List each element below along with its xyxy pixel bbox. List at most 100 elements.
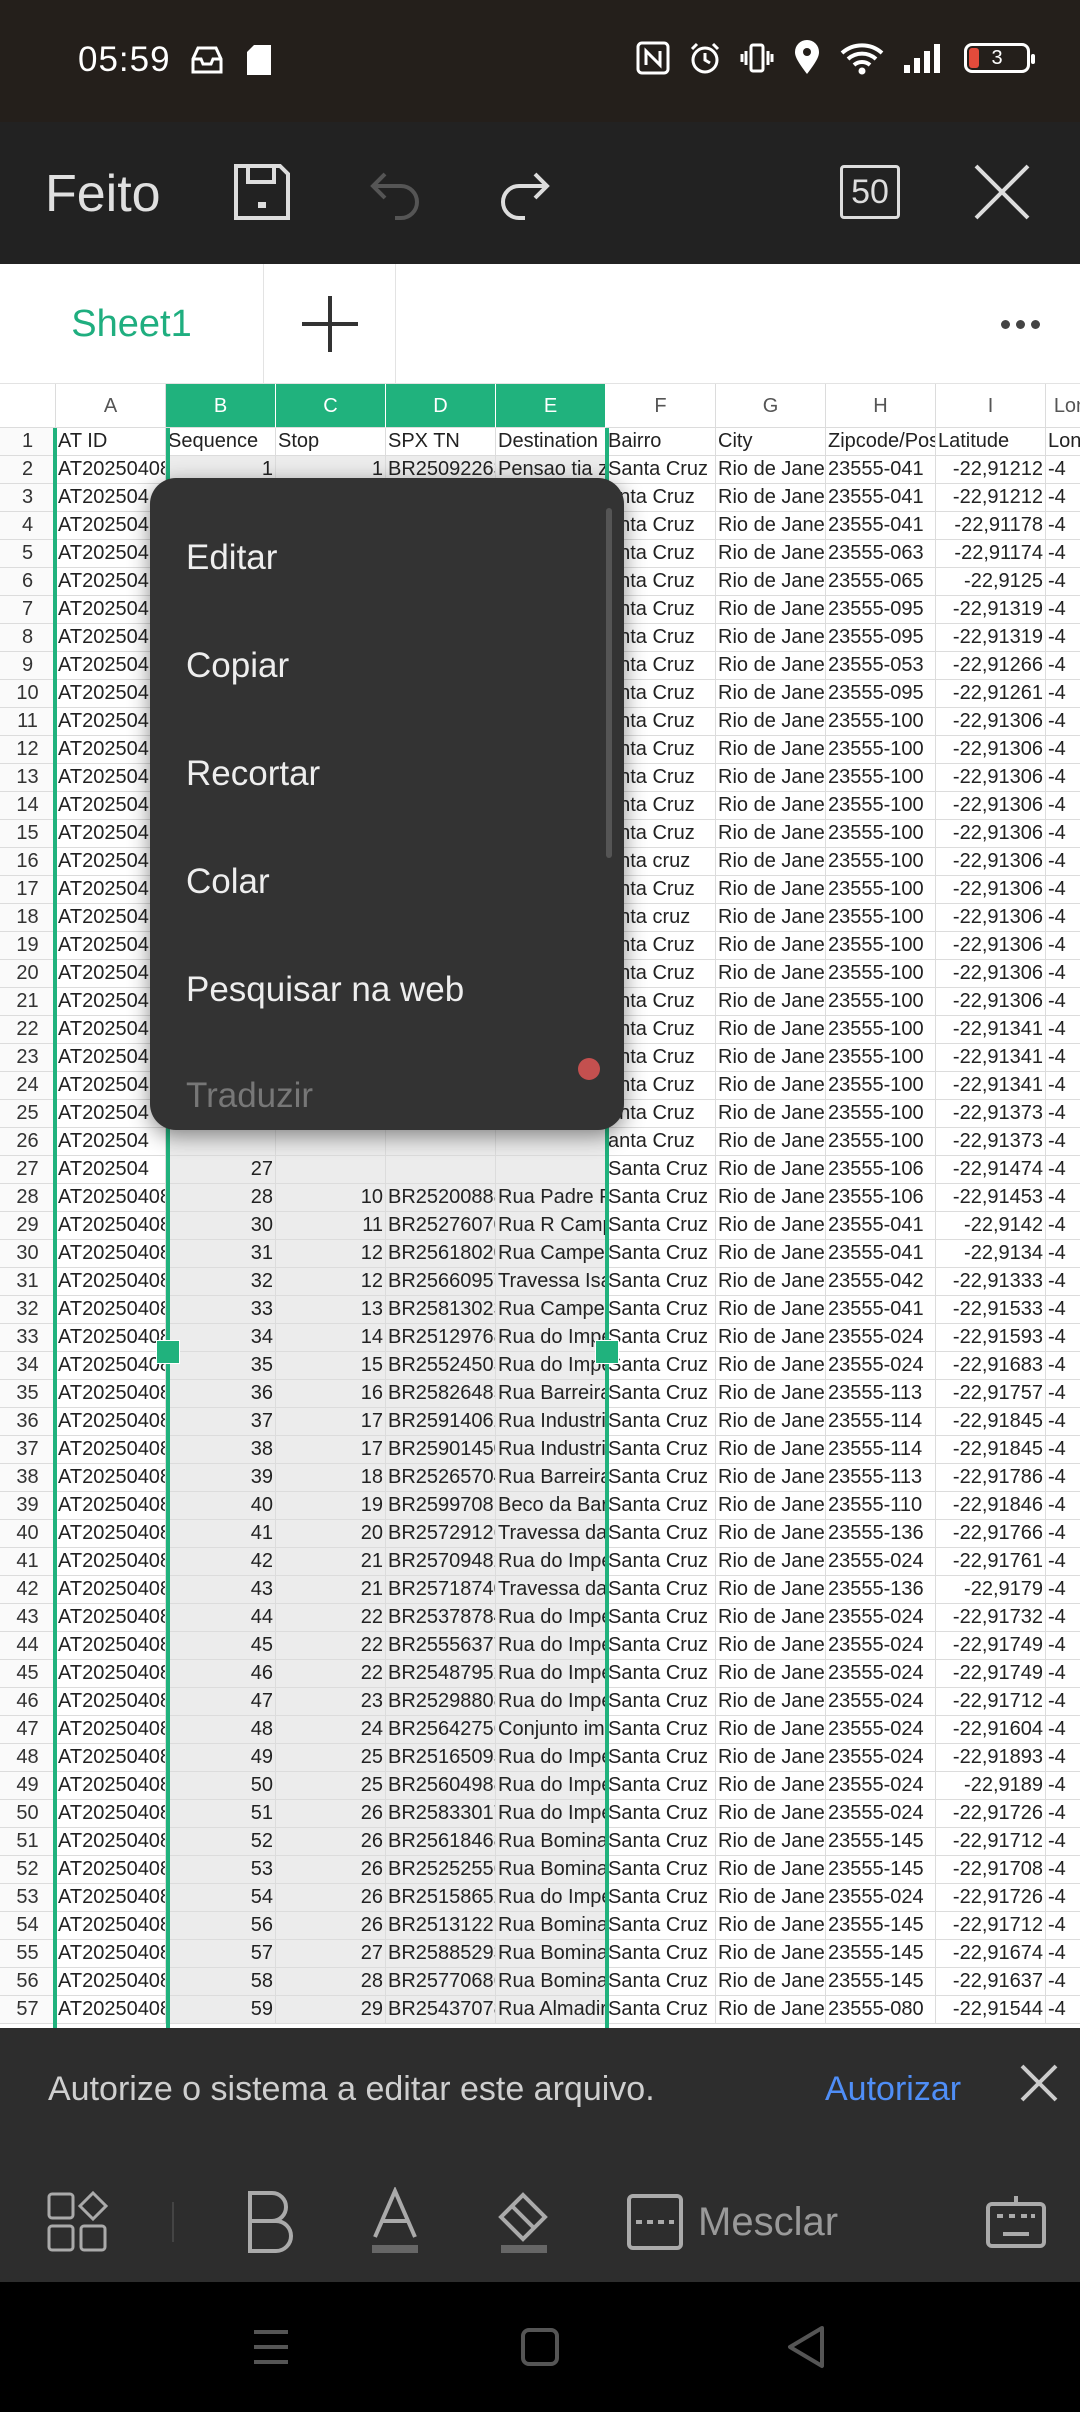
cell[interactable]: -4 [1046, 1856, 1080, 1884]
row-number[interactable]: 56 [0, 1968, 56, 1996]
cell[interactable]: Rio de Janei [716, 1548, 826, 1576]
cell[interactable]: Rua Almadir [496, 1996, 606, 2024]
cell[interactable]: BR25524503 [386, 1352, 496, 1380]
cell[interactable]: Rua do Impe [496, 1324, 606, 1352]
cell[interactable]: -4 [1046, 1044, 1080, 1072]
cell[interactable]: -22,91766 [936, 1520, 1046, 1548]
cell[interactable]: 23555-024 [826, 1632, 936, 1660]
cell[interactable]: -22,91373 [936, 1100, 1046, 1128]
column-header-h[interactable]: H [826, 384, 936, 428]
menu-item-translate[interactable]: Traduzir [186, 1076, 313, 1116]
cell[interactable]: Rio de Janei [716, 1072, 826, 1100]
cell[interactable]: Rio de Janei [716, 1912, 826, 1940]
cell[interactable]: -22,91712 [936, 1688, 1046, 1716]
cell[interactable]: 23555-100 [826, 1100, 936, 1128]
cell[interactable]: Rio de Janei [716, 1492, 826, 1520]
notice-close-icon[interactable] [1016, 2060, 1062, 2106]
cell[interactable]: 25 [276, 1772, 386, 1800]
column-header-c[interactable]: C [276, 384, 386, 428]
cell[interactable]: Rio de Janei [716, 1436, 826, 1464]
column-header-lon[interactable]: Lon [1046, 384, 1080, 428]
cell[interactable]: Rio de Janei [716, 1296, 826, 1324]
cell[interactable]: 58 [166, 1968, 276, 1996]
cell[interactable]: -4 [1046, 1212, 1080, 1240]
menu-nav-icon[interactable] [246, 2322, 296, 2372]
cell[interactable]: BR25437078 [386, 1996, 496, 2024]
cell[interactable]: Rua Campei [496, 1240, 606, 1268]
cell[interactable]: -22,91178 [936, 512, 1046, 540]
cell[interactable]: -22,91732 [936, 1604, 1046, 1632]
apps-button[interactable] [46, 2182, 108, 2262]
row-number[interactable]: 26 [0, 1128, 56, 1156]
cell[interactable]: Rio de Janei [716, 764, 826, 792]
cell[interactable]: 50 [166, 1772, 276, 1800]
cell[interactable]: Rua Bomina [496, 1968, 606, 1996]
cell[interactable]: AT20250408 [56, 1688, 166, 1716]
cell[interactable]: 45 [166, 1632, 276, 1660]
cell[interactable] [166, 1128, 276, 1156]
cell[interactable]: 23555-024 [826, 1772, 936, 1800]
cell[interactable]: Rio de Janei [716, 1828, 826, 1856]
cell[interactable]: -4 [1046, 1324, 1080, 1352]
cell[interactable]: AT20250408 [56, 1184, 166, 1212]
cell[interactable]: -22,91306 [936, 736, 1046, 764]
cell[interactable]: Santa Cruz [606, 1800, 716, 1828]
row-number[interactable]: 4 [0, 512, 56, 540]
cell[interactable]: Rio de Janei [716, 512, 826, 540]
cell[interactable]: BR25826485 [386, 1380, 496, 1408]
row-number[interactable]: 51 [0, 1828, 56, 1856]
cell[interactable]: AT20250408 [56, 1856, 166, 1884]
cell[interactable]: Rua do Impe [496, 1800, 606, 1828]
cell[interactable]: 10 [276, 1184, 386, 1212]
cell[interactable]: -4 [1046, 540, 1080, 568]
row-number[interactable]: 41 [0, 1548, 56, 1576]
cell[interactable]: BR25265704 [386, 1464, 496, 1492]
cell[interactable]: -22,91306 [936, 960, 1046, 988]
cell[interactable]: BR25276070 [386, 1212, 496, 1240]
cell[interactable]: -4 [1046, 1688, 1080, 1716]
cell[interactable]: -22,91593 [936, 1324, 1046, 1352]
cell[interactable]: Rio de Janei [716, 1884, 826, 1912]
cell[interactable]: AT20250408 [56, 1744, 166, 1772]
cell[interactable]: -4 [1046, 1884, 1080, 1912]
cell[interactable]: Santa Cruz [606, 1604, 716, 1632]
column-header-d[interactable]: D [386, 384, 496, 428]
cell[interactable]: -4 [1046, 1520, 1080, 1548]
cell[interactable]: -22,91453 [936, 1184, 1046, 1212]
cell[interactable]: 23555-042 [826, 1268, 936, 1296]
cell[interactable]: 17 [276, 1436, 386, 1464]
row-number[interactable]: 38 [0, 1464, 56, 1492]
cell[interactable]: BR25642756 [386, 1716, 496, 1744]
cell[interactable]: AT20250408 [56, 1912, 166, 1940]
cell[interactable]: 23555-041 [826, 1212, 936, 1240]
cell[interactable]: Rua Industri [496, 1408, 606, 1436]
cell[interactable]: 29 [276, 1996, 386, 2024]
cell[interactable]: 23555-145 [826, 1968, 936, 1996]
cell[interactable]: -4 [1046, 1184, 1080, 1212]
cell[interactable]: -22,91341 [936, 1044, 1046, 1072]
cell[interactable]: Sequence [166, 428, 276, 456]
cell[interactable]: Rio de Janei [716, 1184, 826, 1212]
cell[interactable]: 34 [166, 1324, 276, 1352]
cell[interactable]: -22,91306 [936, 820, 1046, 848]
cell[interactable]: Santa Cruz [606, 1184, 716, 1212]
cell[interactable]: 23555-100 [826, 708, 936, 736]
cell[interactable]: 23555-106 [826, 1184, 936, 1212]
menu-item-paste[interactable]: Colar [186, 862, 270, 902]
cell[interactable]: -22,91319 [936, 596, 1046, 624]
row-number[interactable]: 9 [0, 652, 56, 680]
cell[interactable]: Rio de Janei [716, 540, 826, 568]
cell[interactable]: -4 [1046, 1772, 1080, 1800]
row-number[interactable]: 1 [0, 428, 56, 456]
cell[interactable]: AT20250408 [56, 1800, 166, 1828]
cell[interactable]: -4 [1046, 512, 1080, 540]
cell[interactable]: -4 [1046, 1912, 1080, 1940]
row-number[interactable]: 2 [0, 456, 56, 484]
cell[interactable] [276, 1156, 386, 1184]
row-number[interactable]: 50 [0, 1800, 56, 1828]
row-number[interactable]: 3 [0, 484, 56, 512]
cell[interactable]: Rio de Janei [716, 1324, 826, 1352]
cell[interactable]: 43 [166, 1576, 276, 1604]
cell[interactable]: -4 [1046, 1464, 1080, 1492]
cell[interactable]: -22,91212 [936, 484, 1046, 512]
